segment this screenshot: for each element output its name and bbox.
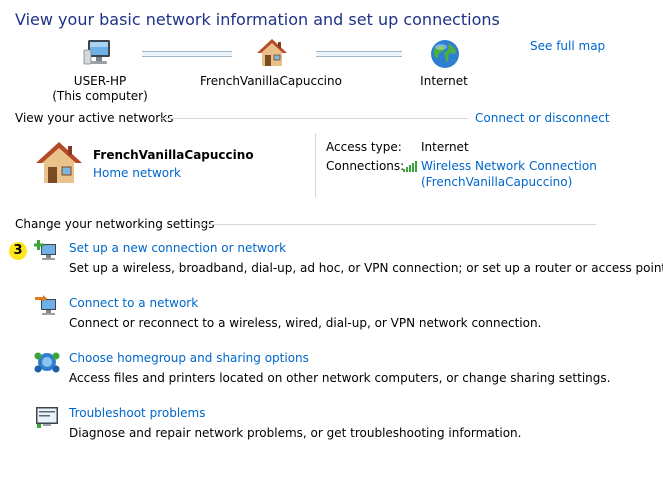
access-type-value: Internet: [421, 140, 469, 154]
globe-icon[interactable]: [429, 38, 461, 70]
homegroup-sharing-link[interactable]: Choose homegroup and sharing options: [69, 351, 309, 365]
page-title: View your basic network information and …: [15, 10, 500, 29]
house-icon[interactable]: [256, 38, 288, 68]
computer-subtitle: (This computer): [52, 89, 148, 103]
connections-label: Connections:: [326, 159, 405, 173]
see-full-map-link[interactable]: See full map: [530, 39, 605, 53]
connect-to-network-link[interactable]: Connect to a network: [69, 296, 198, 310]
home-network-link[interactable]: Home network: [93, 166, 181, 180]
vertical-divider: [315, 133, 316, 197]
connect-network-icon[interactable]: [34, 295, 60, 319]
access-type-label: Access type:: [326, 140, 402, 154]
internet-label: Internet: [420, 74, 468, 88]
wireless-connection-ssid-link[interactable]: (FrenchVanillaCapuccino): [421, 175, 572, 189]
new-connection-icon[interactable]: [34, 240, 60, 264]
settings-heading: Change your networking settings: [15, 217, 215, 231]
connect-or-disconnect-link[interactable]: Connect or disconnect: [475, 111, 610, 125]
setup-new-connection-link[interactable]: Set up a new connection or network: [69, 241, 286, 255]
settings-divider: [196, 224, 596, 225]
computer-name: USER-HP: [73, 74, 127, 88]
troubleshoot-link[interactable]: Troubleshoot problems: [69, 406, 205, 420]
setup-new-connection-description: Set up a wireless, broadband, dial-up, a…: [69, 261, 663, 275]
active-network-name: FrenchVanillaCapuccino: [93, 148, 254, 162]
computer-to-network-line: [142, 51, 232, 57]
section-divider: [160, 118, 468, 119]
wireless-connection-link[interactable]: Wireless Network Connection: [421, 159, 597, 173]
active-networks-heading: View your active networks: [15, 111, 174, 125]
troubleshoot-description: Diagnose and repair network problems, or…: [69, 426, 522, 440]
home-network-icon[interactable]: [34, 140, 84, 186]
wireless-signal-icon: [403, 161, 417, 172]
troubleshoot-icon[interactable]: [34, 405, 60, 429]
homegroup-icon[interactable]: [34, 350, 60, 374]
network-name-label: FrenchVanillaCapuccino: [200, 74, 342, 88]
network-to-internet-line: [316, 51, 402, 57]
step-number-badge: 3: [9, 242, 27, 260]
homegroup-sharing-description: Access files and printers located on oth…: [69, 371, 611, 385]
computer-icon[interactable]: [82, 38, 116, 68]
connect-to-network-description: Connect or reconnect to a wireless, wire…: [69, 316, 542, 330]
